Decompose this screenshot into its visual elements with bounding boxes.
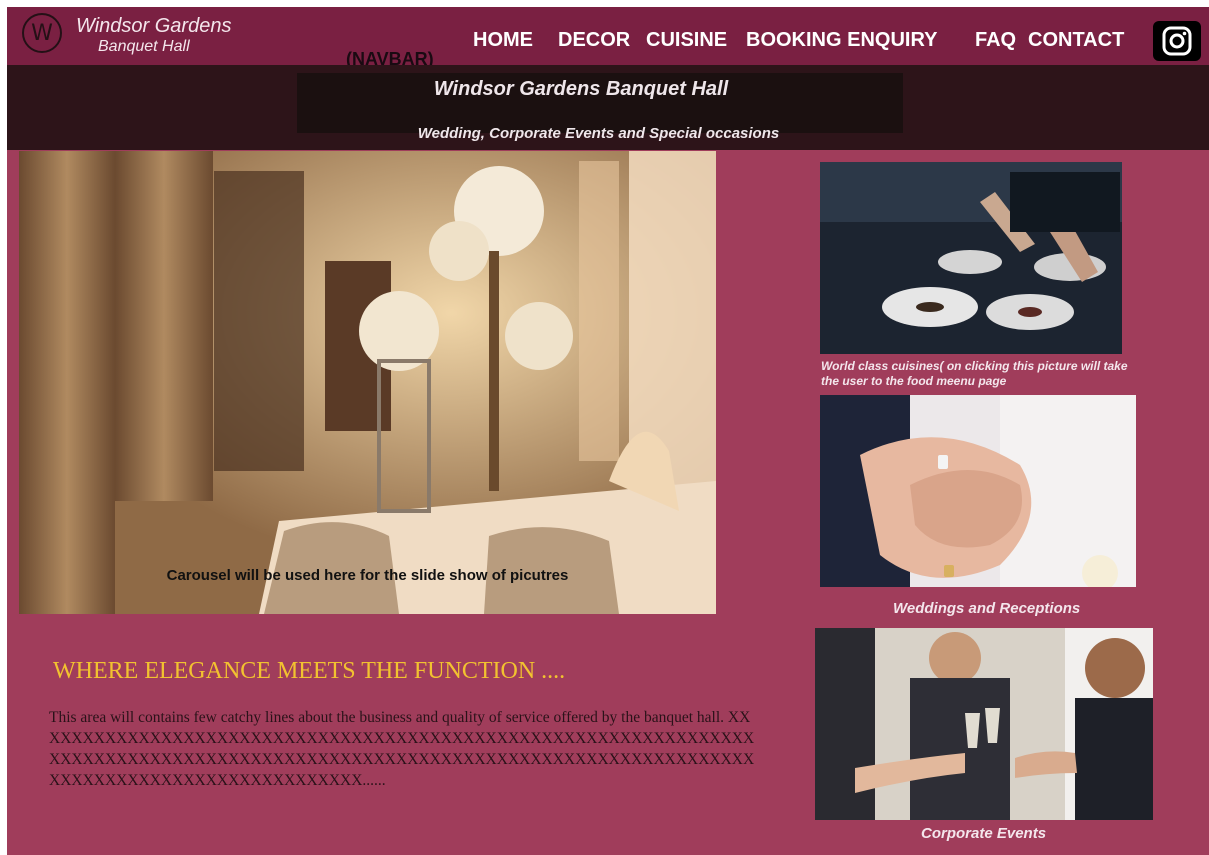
logo[interactable]: W (22, 13, 62, 53)
wedding-rings-photo (820, 395, 1136, 587)
cuisine-caption: World class cuisines( on clicking this p… (821, 359, 1128, 388)
page-frame: W Windsor Gardens Banquet Hall HOME DECO… (7, 7, 1209, 855)
nav-contact[interactable]: CONTACT (1028, 29, 1124, 52)
corporate-caption: Corporate Events (921, 825, 1047, 842)
nav-cuisine[interactable]: CUISINE (646, 29, 727, 52)
banquet-hall-image (19, 151, 716, 614)
page-subtitle: Wedding, Corporate Events and Special oc… (417, 125, 780, 142)
weddings-caption: Weddings and Receptions (893, 600, 1081, 617)
nav-booking-enquiry[interactable]: BOOKING ENQUIRY (746, 29, 938, 52)
navbar: W Windsor Gardens Banquet Hall HOME DECO… (7, 7, 1209, 69)
hero-carousel[interactable]: Carousel will be used here for the slide… (19, 151, 716, 614)
nav-decor[interactable]: DECOR (558, 29, 630, 52)
weddings-image-link[interactable] (820, 395, 1136, 587)
corporate-image-link[interactable] (815, 628, 1153, 820)
instagram-icon[interactable] (1153, 21, 1201, 61)
brand-name[interactable]: Windsor Gardens (76, 15, 231, 38)
cuisine-photo (820, 162, 1122, 354)
page-title: Windsor Gardens Banquet Hall (433, 78, 729, 100)
corporate-toast-photo (815, 628, 1153, 820)
nav-faq[interactable]: FAQ (975, 29, 1016, 52)
nav-home[interactable]: HOME (473, 29, 533, 52)
cuisine-image-link[interactable] (820, 162, 1122, 354)
brand-subname: Banquet Hall (98, 38, 190, 55)
carousel-caption: Carousel will be used here for the slide… (166, 567, 569, 584)
tagline-heading: WHERE ELEGANCE MEETS THE FUNCTION .... (53, 658, 566, 684)
intro-paragraph: This area will contains few catchy lines… (49, 709, 755, 789)
